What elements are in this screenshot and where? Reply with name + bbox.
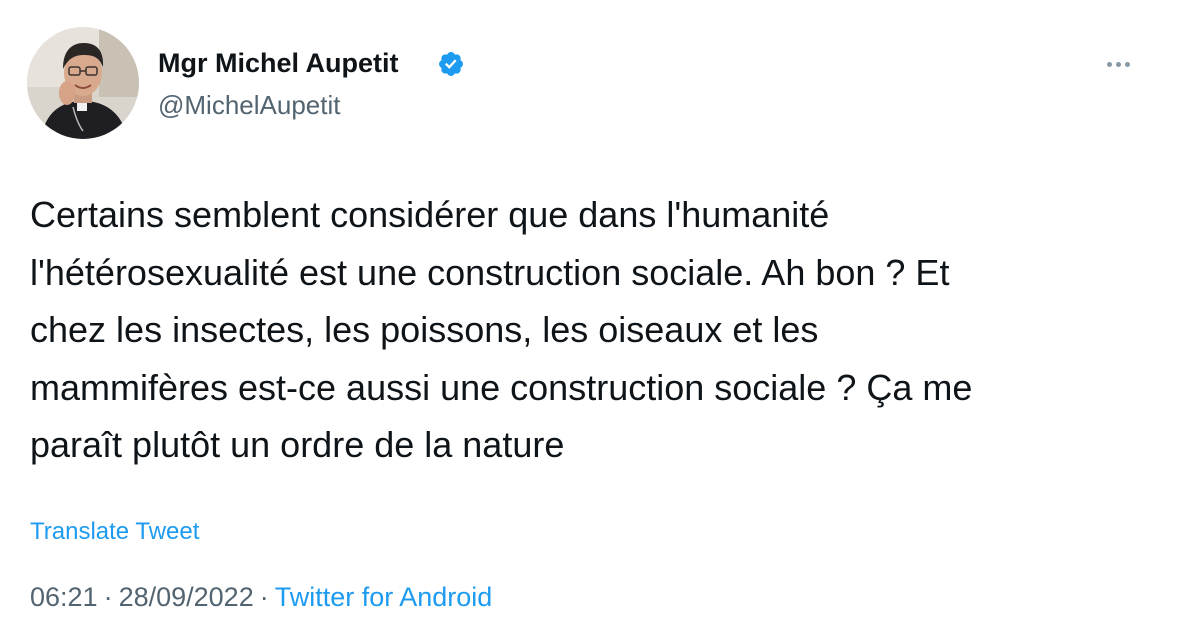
verified-badge-icon [439, 52, 463, 76]
more-options-icon[interactable] [1098, 46, 1140, 80]
tweet-source-link[interactable]: Twitter for Android [275, 582, 493, 612]
avatar-image [27, 27, 139, 139]
meta-separator: · [259, 582, 269, 612]
tweet: Mgr Michel Aupetit @MichelAupetit Certai… [0, 0, 1200, 642]
tweet-text: Certains semblent considérer que dans l'… [30, 194, 973, 465]
avatar[interactable] [27, 27, 139, 139]
tweet-time[interactable]: 06:21 [30, 582, 98, 612]
meta-separator: · [103, 582, 113, 612]
author-handle[interactable]: @MichelAupetit [158, 89, 340, 121]
translate-tweet-link[interactable]: Translate Tweet [30, 517, 199, 547]
author-display-name[interactable]: Mgr Michel Aupetit [158, 47, 399, 79]
tweet-metadata: 06:21 · 28/09/2022 · Twitter for Android [30, 580, 492, 614]
tweet-date[interactable]: 28/09/2022 [119, 582, 254, 612]
